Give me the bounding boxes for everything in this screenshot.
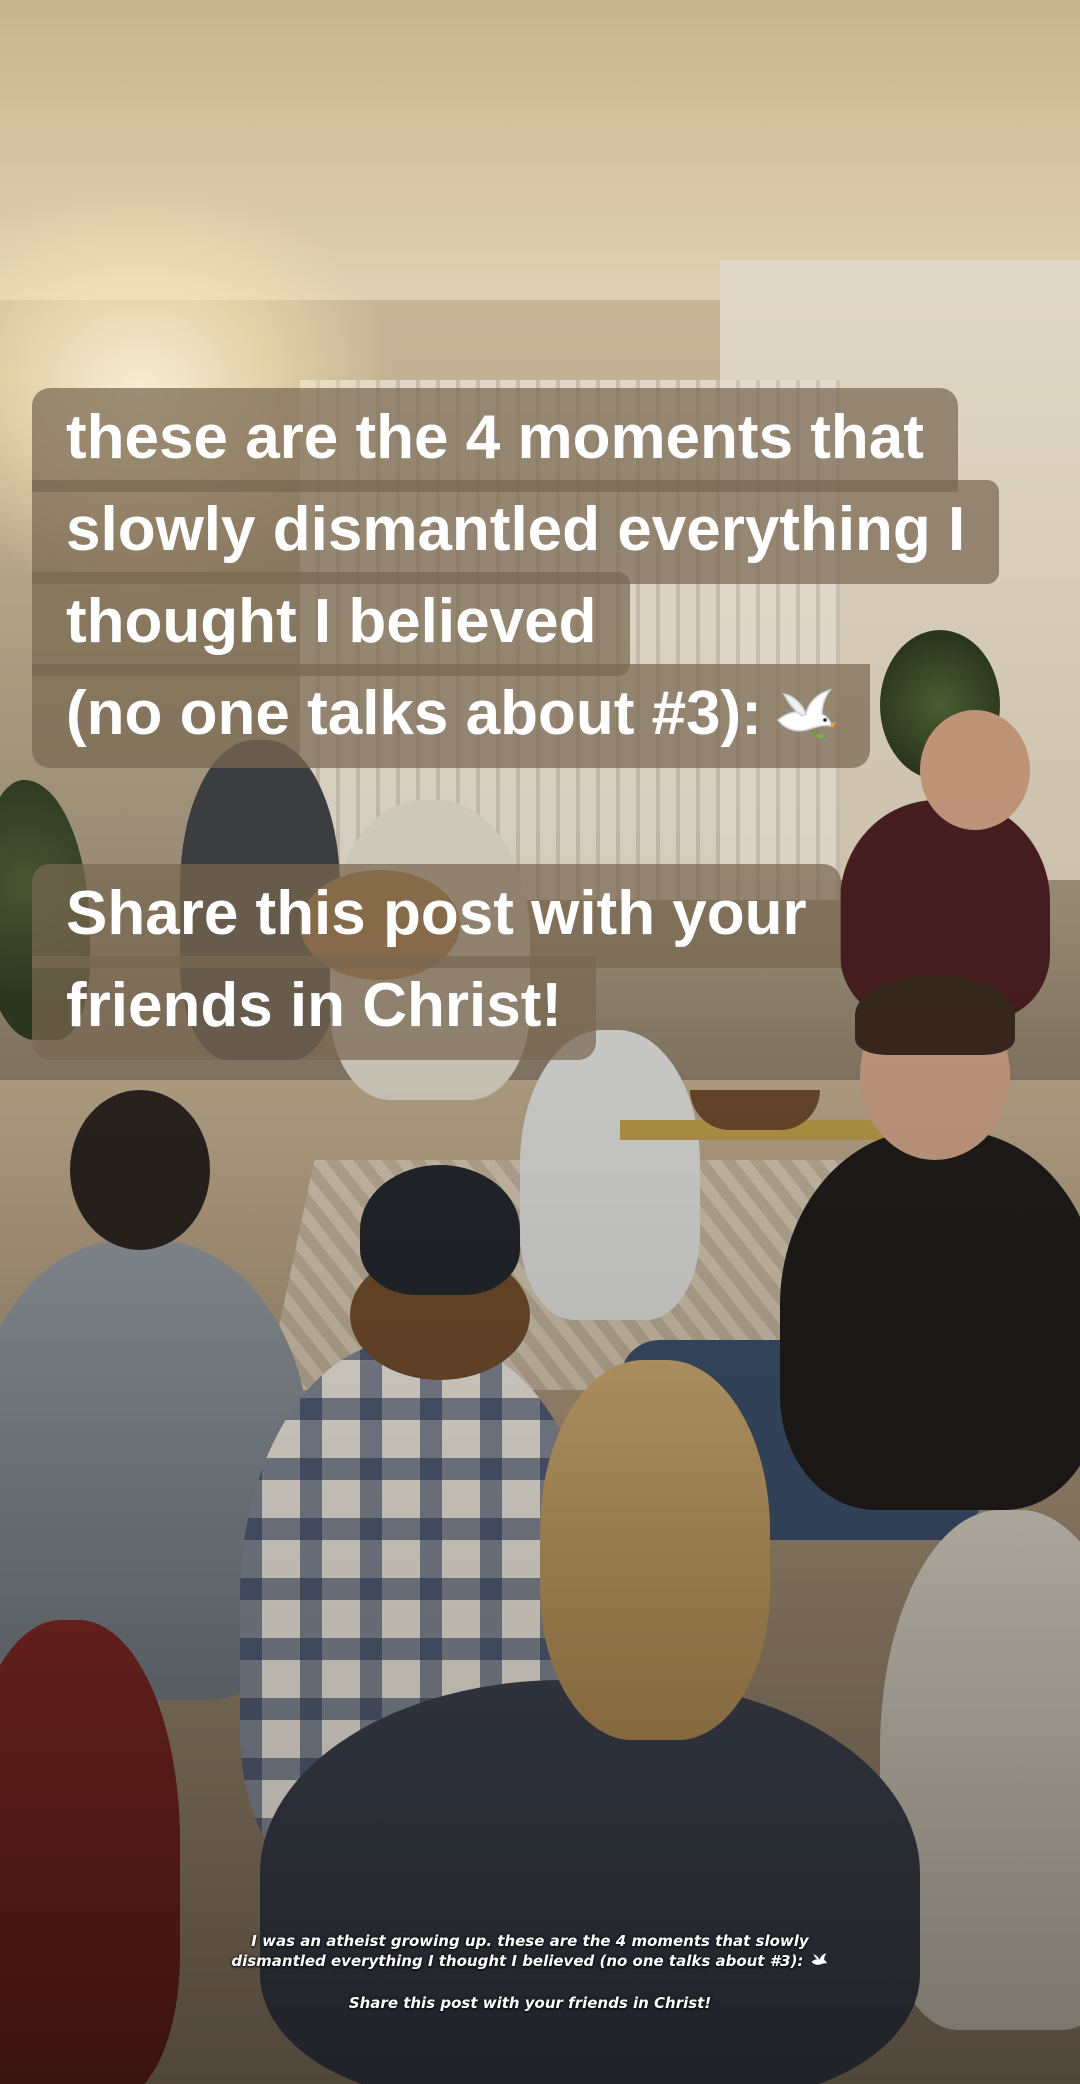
caption-line: friends in Christ! [32,956,597,1060]
share-line: Share this post with your friends in Chr… [348,1994,712,2012]
description-line-with-emoji: dismantled everything I thought I believ… [200,1951,860,1971]
caption-text: (no one talks about #3): [66,679,762,748]
description-line: I was an atheist growing up. these are t… [251,1932,809,1950]
caption-line: thought I believed [32,572,631,676]
caption-line: Share this post with your [32,864,841,968]
description-text: dismantled everything I thought I believ… [231,1952,804,1970]
post-description[interactable]: I was an atheist growing up. these are t… [200,1931,860,2013]
cta-caption: Share this post with your friends in Chr… [32,864,841,1060]
headline-caption: these are the 4 moments that slowly dism… [32,388,1000,768]
dove-icon [776,688,836,738]
caption-line: slowly dismantled everything I [32,480,1000,584]
caption-line-with-emoji: (no one talks about #3): [32,664,870,768]
dove-icon [811,1953,827,1965]
caption-line: these are the 4 moments that [32,388,958,492]
